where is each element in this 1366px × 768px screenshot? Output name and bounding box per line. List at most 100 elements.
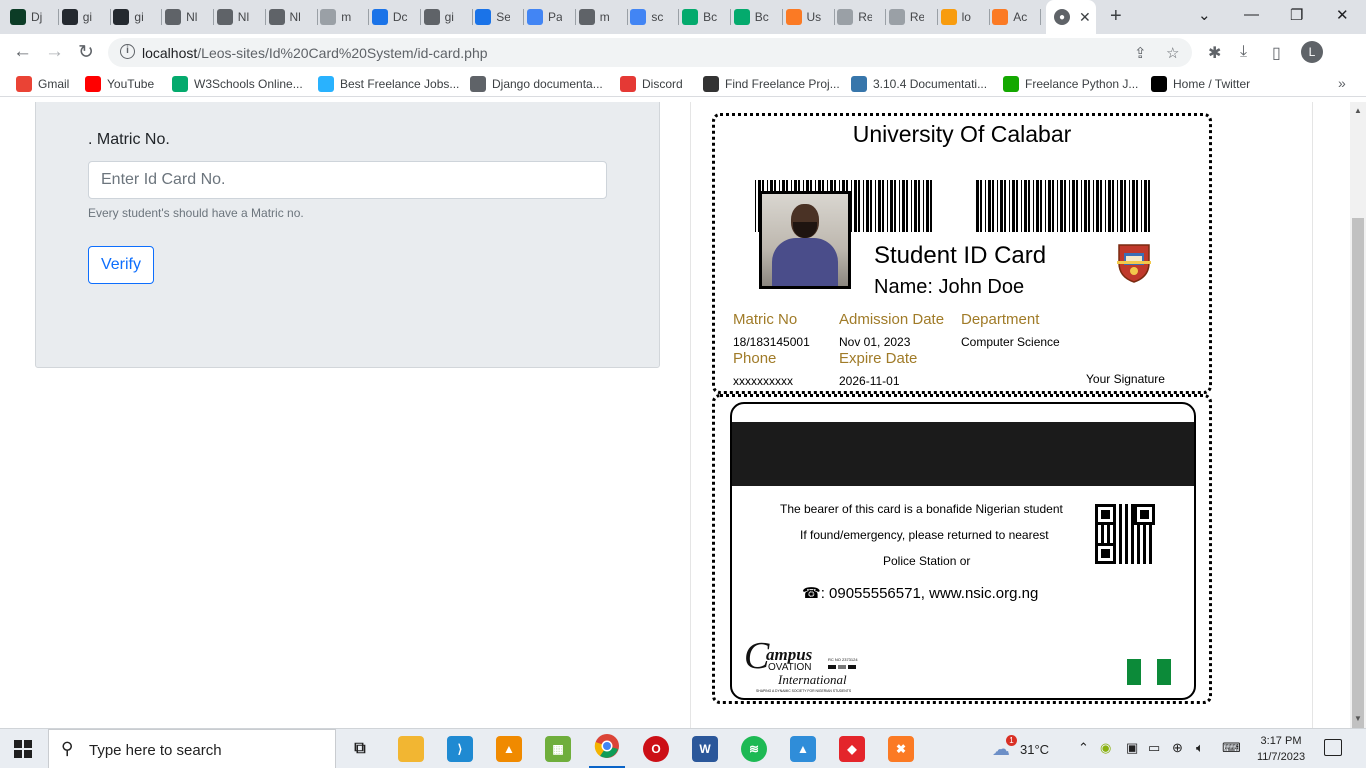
site-info-icon[interactable]: i: [120, 44, 135, 59]
tab-active[interactable]: ● ✕: [1046, 0, 1096, 34]
url-text[interactable]: localhost/Leos-sites/Id%20Card%20System/…: [142, 45, 488, 61]
network-icon[interactable]: ⊕: [1172, 740, 1183, 756]
browser-tab[interactable]: m: [320, 0, 355, 34]
task-view-icon[interactable]: ⧉: [347, 736, 373, 762]
page-scrollbar[interactable]: ▲ ▼: [1350, 102, 1366, 766]
chrome-icon[interactable]: [594, 733, 620, 759]
more-bookmarks-icon[interactable]: »: [1338, 75, 1346, 91]
browser-tab[interactable]: Us: [785, 0, 821, 34]
close-window-button[interactable]: ✕: [1336, 6, 1349, 24]
scrollbar-thumb[interactable]: [1352, 218, 1364, 766]
downloads-icon[interactable]: ⤓: [1240, 43, 1247, 61]
photos-icon[interactable]: ▲: [790, 736, 816, 762]
bookmark-item[interactable]: 3.10.4 Documentati...: [851, 76, 987, 92]
browser-tab[interactable]: Re: [837, 0, 872, 34]
profile-avatar[interactable]: L: [1301, 41, 1323, 63]
windows-start-icon[interactable]: [14, 740, 32, 758]
expire-date-value: 2026-11-01: [839, 374, 900, 388]
tab-separator: [885, 9, 887, 25]
bookmark-item[interactable]: Home / Twitter: [1151, 76, 1250, 92]
vscode-icon[interactable]: ⟩: [447, 736, 473, 762]
file-explorer-icon[interactable]: [398, 736, 424, 762]
browser-tab[interactable]: gi: [61, 0, 97, 34]
back-icon[interactable]: ←: [13, 41, 32, 63]
browser-tab[interactable]: Re: [888, 0, 924, 34]
taskbar-search[interactable]: ⚲ Type here to search: [48, 729, 336, 768]
python-icon: [851, 76, 867, 92]
bookmark-item[interactable]: W3Schools Online...: [172, 76, 303, 92]
tab-separator: [730, 9, 732, 25]
vlc-icon[interactable]: ▲: [496, 736, 522, 762]
side-panel-icon[interactable]: ▯: [1272, 43, 1281, 63]
volume-icon[interactable]: 🔈︎: [1196, 740, 1204, 756]
spotify-icon[interactable]: ≋: [741, 736, 767, 762]
bookmark-label: Find Freelance Proj...: [725, 77, 840, 91]
globe-icon: [423, 9, 440, 25]
winrar-icon[interactable]: ▦: [545, 736, 571, 762]
bookmark-item[interactable]: Freelance Python J...: [1003, 76, 1138, 92]
anydesk-icon[interactable]: ◆: [839, 736, 865, 762]
browser-tab[interactable]: Bc: [733, 0, 769, 34]
tab-label: Dc: [392, 10, 407, 24]
xampp-icon[interactable]: ✖: [888, 736, 914, 762]
browser-tab[interactable]: Pa: [527, 0, 562, 34]
restore-button[interactable]: ❐: [1290, 6, 1303, 24]
browser-tab[interactable]: Dc: [371, 0, 407, 34]
bookmark-item[interactable]: Django documenta...: [470, 76, 603, 92]
tab-search-icon[interactable]: ⌄: [1198, 6, 1211, 24]
browser-tab[interactable]: gi: [113, 0, 148, 34]
forward-icon[interactable]: →: [45, 41, 64, 63]
tray-overflow-icon[interactable]: ⌃: [1078, 740, 1089, 756]
bookmark-item[interactable]: Find Freelance Proj...: [703, 76, 840, 92]
browser-tab[interactable]: Nl: [165, 0, 200, 34]
github-icon: [61, 9, 78, 25]
extensions-icon[interactable]: ✱: [1208, 43, 1221, 63]
police-text: Police Station or: [883, 554, 971, 568]
verify-button[interactable]: Verify: [88, 246, 154, 284]
id-card-input[interactable]: [88, 161, 607, 199]
battery-icon[interactable]: ▭: [1148, 740, 1160, 756]
weather-temp: 31°C: [1020, 742, 1050, 757]
tray-device-icon[interactable]: ▣: [1126, 740, 1138, 756]
weather-widget[interactable]: ☁ 1 31°C: [992, 735, 1050, 760]
tab-label: Ac: [1013, 10, 1028, 24]
tab-label: Bc: [754, 10, 769, 24]
bookmark-item[interactable]: YouTube: [85, 76, 154, 92]
browser-tab[interactable]: lo: [940, 0, 976, 34]
matric-help-text: Every student's should have a Matric no.: [88, 206, 304, 220]
taskbar-clock[interactable]: 3:17 PM 11/7/2023: [1254, 733, 1308, 765]
browser-tab[interactable]: sc: [630, 0, 665, 34]
scroll-up-icon[interactable]: ▲: [1354, 106, 1362, 115]
browser-tab[interactable]: Nl: [216, 0, 252, 34]
matric-no-label: Matric No: [733, 311, 798, 328]
share-icon[interactable]: ⇪: [1134, 44, 1147, 62]
bookmark-item[interactable]: Gmail: [16, 76, 69, 92]
browser-tab[interactable]: gi: [423, 0, 459, 34]
browser-tab[interactable]: Nl: [268, 0, 304, 34]
tab-separator: [161, 9, 163, 25]
bookmark-item[interactable]: Best Freelance Jobs...: [318, 76, 459, 92]
opera-icon[interactable]: O: [643, 736, 669, 762]
reload-icon[interactable]: ↻: [78, 41, 94, 64]
matric-no-value: 18/183145001: [733, 335, 810, 349]
close-tab-icon[interactable]: ✕: [1079, 9, 1091, 26]
freelancer-icon: [318, 76, 334, 92]
django-icon: [10, 9, 26, 25]
browser-tab[interactable]: Ac: [992, 0, 1027, 34]
bookmark-star-icon[interactable]: ☆: [1166, 44, 1179, 62]
browser-tab[interactable]: Se: [475, 0, 510, 34]
minimize-button[interactable]: —: [1244, 6, 1259, 23]
google-icon: [630, 9, 647, 25]
new-tab-button[interactable]: +: [1110, 5, 1122, 28]
notifications-icon[interactable]: [1324, 739, 1342, 756]
address-bar[interactable]: i localhost/Leos-sites/Id%20Card%20Syste…: [108, 38, 1192, 67]
word-icon[interactable]: W: [692, 736, 718, 762]
browser-tab[interactable]: m: [578, 0, 614, 34]
department-value: Computer Science: [961, 335, 1060, 349]
scroll-down-icon[interactable]: ▼: [1354, 714, 1362, 723]
keyboard-icon[interactable]: ⌨: [1222, 740, 1241, 756]
browser-tab[interactable]: Dj: [10, 0, 45, 34]
tray-app-icon[interactable]: ◉: [1100, 740, 1111, 756]
browser-tab[interactable]: Bc: [682, 0, 717, 34]
bookmark-item[interactable]: Discord: [620, 76, 683, 92]
